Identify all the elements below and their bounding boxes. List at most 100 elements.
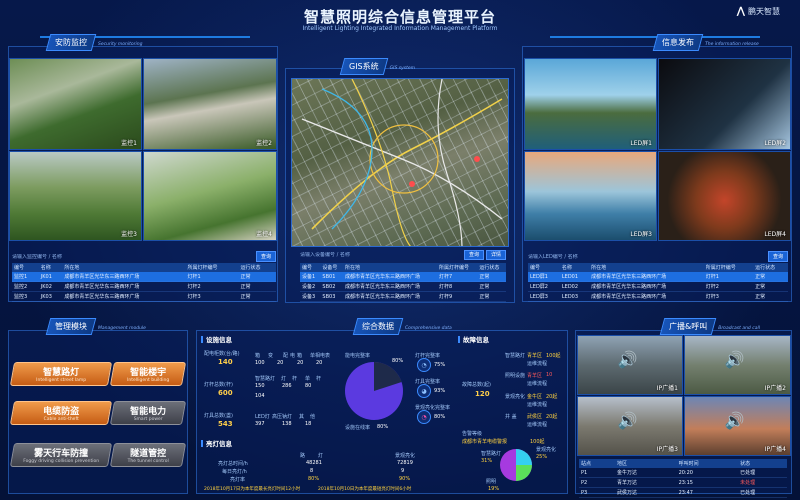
gis-search-input[interactable]	[300, 251, 420, 258]
fault-item-status: 运维流程	[527, 381, 548, 387]
gis-map[interactable]	[291, 78, 509, 247]
table-row[interactable]: P1 金牛万达 20:20 已处理	[579, 468, 787, 478]
cell: 金牛万达	[614, 468, 677, 478]
cell: 设备1	[300, 272, 321, 282]
facility-col-value: 104	[255, 393, 265, 399]
data-tag: 综合数据	[352, 318, 404, 335]
camera-feed-3[interactable]: 监控3	[9, 151, 142, 241]
warn-pie-value: 31%	[481, 458, 493, 464]
module-sublabel: The tunnel control	[127, 459, 169, 464]
gis-detail-button[interactable]: 详情	[485, 250, 506, 260]
column-header: 所属灯杆编号	[185, 263, 239, 272]
broadcast-feed-2[interactable]: 🔊 IP广播2	[684, 335, 791, 395]
cell: P2	[579, 477, 615, 488]
broadcast-table: 站点 地区 呼叫时间 状态 P1 金牛万达 20:20 已处理 P2 青羊万达 23:15…	[579, 459, 787, 498]
warn-pie-value: 19%	[488, 486, 500, 492]
camera-feed-1[interactable]: 监控1	[9, 58, 142, 150]
modules-panel-head: 管理模块 Management module	[45, 318, 146, 335]
security-search-input[interactable]	[12, 253, 132, 260]
cell: 成都市青羊区光华东三路西环广场	[343, 291, 437, 302]
broadcast-caption: IP广播3	[656, 446, 678, 453]
brand-logo-icon: ⋀	[736, 6, 745, 17]
column-header: 运行状态	[753, 263, 788, 272]
table-row[interactable]: 监控2 JK02 成都市青羊区光华东三路西环广场 灯杆2 正常	[12, 281, 276, 292]
led-caption: LED屏1	[630, 140, 652, 147]
table-row[interactable]: LED屏1 LED01 成都市青羊区光华东三路西环广场 灯杆1 正常	[528, 272, 788, 282]
cell: SB02	[320, 281, 344, 292]
module-smart-power-button[interactable]: 智能电力 Smart power	[109, 401, 187, 425]
security-search-button[interactable]: 查询	[255, 251, 276, 262]
facility-col-head: 箱	[297, 353, 303, 359]
column-header: 地区	[614, 459, 677, 468]
cell: 23:47	[676, 487, 739, 498]
module-smart-streetlight-button[interactable]: 智慧路灯 Intelligent street lamp	[9, 362, 113, 386]
warn-pie-chart	[500, 449, 532, 481]
fault-item-label: 景观亮化	[505, 394, 526, 400]
cell: 灯杆1	[185, 272, 239, 282]
warn-count: 100起	[530, 439, 545, 445]
rate-value: 80%	[434, 414, 446, 420]
cell: 设备2	[300, 281, 321, 292]
broadcast-feed-4[interactable]: 🔊 IP广播4	[684, 396, 791, 456]
module-label: 雾天行车防撞	[34, 449, 89, 459]
table-row[interactable]: LED屏2 LED02 成都市青羊区光华东三路西环广场 灯杆2 正常	[528, 281, 788, 292]
cell: 灯杆2	[185, 281, 239, 292]
table-row[interactable]: 监控3 JK03 成都市青羊区光华东三路西环广场 灯杆3 正常	[12, 291, 276, 302]
info-search-input[interactable]	[528, 253, 648, 260]
led-screen-4[interactable]: LED屏4	[658, 151, 791, 241]
cell: 灯杆9	[436, 291, 478, 302]
facility-label: 配电柜数(台/路)	[204, 351, 240, 357]
call-status: 已处理	[738, 487, 787, 498]
led-screen-2[interactable]: LED屏2	[658, 58, 791, 150]
module-tunnel-control-button[interactable]: 隧道管控 The tunnel control	[109, 443, 187, 467]
module-sublabel: Foggy driving collision prevention	[23, 459, 100, 464]
cell: JK03	[38, 291, 63, 302]
led-caption: LED屏2	[764, 140, 786, 147]
camera-feed-4[interactable]: 监控4	[143, 151, 277, 241]
table-row[interactable]: 设备1 SB01 成都市青羊区光华东三路西环广场 灯杆7 正常	[300, 272, 506, 282]
camera-caption: 监控1	[121, 140, 137, 147]
facility-col-value: 18	[305, 421, 312, 427]
cell: 灯杆7	[436, 272, 478, 282]
module-smart-building-button[interactable]: 智能楼宇 Intelligent building	[109, 362, 187, 386]
cell: 监控3	[12, 291, 39, 302]
cell: 正常	[477, 281, 506, 292]
column-header: 编号	[300, 263, 321, 272]
facility-col-head: 高压钠灯	[272, 414, 293, 420]
facility-col-head: LED灯	[255, 414, 270, 420]
gis-search-button[interactable]: 查询	[464, 250, 485, 260]
table-header-row: 编号 名称 所在地 所属灯杆编号 运行状态	[12, 263, 276, 272]
rate-ring-icon: ◔	[417, 410, 431, 424]
table-row[interactable]: 设备3 SB03 成都市青羊区光华东三路西环广场 灯杆9 正常	[300, 291, 506, 302]
column-header: 设备号	[320, 263, 344, 272]
cell: 青羊万达	[614, 477, 677, 488]
info-tag: 信息发布	[652, 34, 704, 51]
facility-col-head: 他	[310, 414, 316, 420]
module-sublabel: Intelligent street lamp	[36, 378, 87, 383]
table-row[interactable]: LED屏3 LED03 成都市青羊区光华东三路西环广场 灯杆3 正常	[528, 291, 788, 302]
camera-feed-2[interactable]: 监控2	[143, 58, 277, 150]
warn-location: 成都市青羊电缆警报	[462, 439, 508, 445]
broadcast-caption: IP广播4	[764, 446, 786, 453]
column-header: 呼叫时间	[676, 459, 739, 468]
table-row[interactable]: P2 青羊万达 23:15 未处理	[579, 477, 787, 488]
module-fog-collision-button[interactable]: 雾天行车防撞 Foggy driving collision prevention	[9, 443, 113, 467]
table-row[interactable]: P3 武侯万达 23:47 已处理	[579, 487, 787, 498]
energy-col-head: 路	[300, 453, 306, 459]
warn-pie-slice	[516, 465, 532, 481]
facility-col-head: 单相电表	[310, 353, 331, 359]
table-row[interactable]: 设备2 SB02 成都市青羊区光华东三路西环广场 灯杆8 正常	[300, 281, 506, 292]
broadcast-feed-1[interactable]: 🔊 IP广播1	[577, 335, 683, 395]
led-screen-3[interactable]: LED屏3	[524, 151, 657, 241]
table-row[interactable]: 监控1 JK01 成都市青羊区光华东三路西环广场 灯杆1 正常	[12, 272, 276, 282]
module-cable-antitheft-button[interactable]: 电缆防盗 Cable anti-theft	[9, 401, 113, 425]
energy-row-value: 90%	[399, 476, 411, 482]
cell: 正常	[238, 281, 276, 292]
led-screen-1[interactable]: LED屏1	[524, 58, 657, 150]
rate-label: 灯杆完整率	[415, 353, 441, 359]
fault-item-status: 运维流程	[527, 361, 548, 367]
energy-note-longest: 2018年10月17日为本年度最长亮灯时间12小时	[204, 487, 301, 492]
fault-item-status: 运维流程	[527, 422, 548, 428]
broadcast-feed-3[interactable]: 🔊 IP广播3	[577, 396, 683, 456]
info-search-button[interactable]: 查询	[767, 251, 788, 262]
